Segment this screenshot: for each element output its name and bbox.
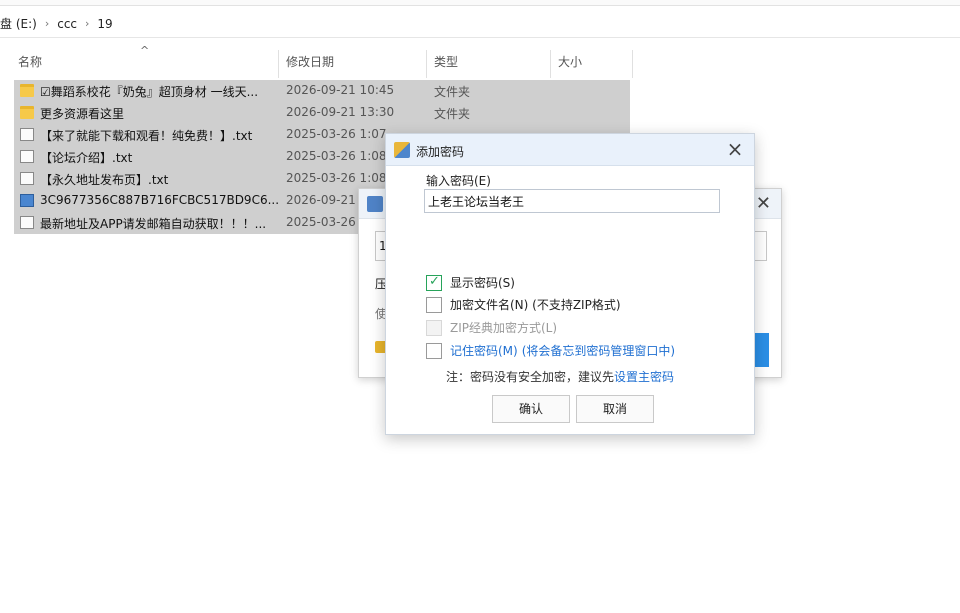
- file-date: 2025-03-26 1:08: [286, 171, 387, 185]
- list-item[interactable]: 更多资源看这里 2026-09-21 13:30 文件夹: [14, 102, 630, 124]
- close-icon[interactable]: ✕: [756, 193, 771, 214]
- breadcrumb-drive[interactable]: 盘 (E:): [0, 15, 37, 32]
- chevron-right-icon: ›: [44, 17, 50, 30]
- file-name: 【永久地址发布页】.txt: [40, 173, 169, 187]
- breadcrumb-ccc[interactable]: ccc: [57, 17, 77, 31]
- text-file-icon: [20, 128, 34, 141]
- file-name: 【来了就能下载和观看！纯免费！】.txt: [40, 129, 253, 143]
- text-file-icon: [20, 172, 34, 185]
- show-password-checkbox[interactable]: [426, 274, 442, 291]
- column-divider[interactable]: [550, 50, 551, 78]
- text-file-icon: [20, 150, 34, 163]
- encrypt-filenames-option[interactable]: 加密文件名(N) (不支持ZIP格式): [426, 296, 621, 313]
- window-top-strip: [0, 0, 960, 6]
- encrypt-filenames-label: 加密文件名(N) (不支持ZIP格式): [450, 298, 621, 312]
- file-name: ☑舞蹈系校花『奶兔』超顶身材 一线天...: [40, 85, 259, 99]
- file-date: 2025-03-26 1:08: [286, 149, 387, 163]
- remember-password-checkbox[interactable]: [426, 342, 442, 359]
- zip-classic-label: ZIP经典加密方式(L): [450, 321, 558, 335]
- file-name: 3C9677356C887B716FCBC517BD9C6...: [40, 193, 280, 207]
- zip-classic-checkbox: [426, 319, 442, 336]
- close-icon[interactable]: ×: [724, 138, 746, 160]
- folder-icon: [20, 106, 34, 119]
- list-item[interactable]: ☑舞蹈系校花『奶兔』超顶身材 一线天... 2026-09-21 10:45 文…: [14, 80, 630, 102]
- file-type: 文件夹: [434, 107, 471, 121]
- confirm-button[interactable]: 确认: [492, 395, 570, 423]
- chevron-right-icon: ›: [85, 17, 90, 30]
- archive-icon: [367, 196, 383, 212]
- file-date: 2025-03-26: [286, 215, 356, 229]
- start-compress-button[interactable]: [753, 333, 769, 367]
- column-header-row: 名称 修改日期 类型 大小: [0, 46, 640, 78]
- zip-classic-option: ZIP经典加密方式(L): [426, 319, 557, 336]
- file-date: 2025-03-26 1:07: [286, 127, 387, 141]
- remember-password-option[interactable]: 记住密码(M) (将会备忘到密码管理窗口中): [426, 342, 675, 359]
- folder-icon: [20, 84, 34, 97]
- remember-password-label[interactable]: 记住密码(M): [450, 342, 518, 359]
- file-date: 2026-09-21 10:45: [286, 83, 395, 97]
- column-divider[interactable]: [426, 50, 427, 78]
- show-password-option[interactable]: 显示密码(S): [426, 274, 515, 291]
- note-text: 注：密码没有安全加密，建议先: [446, 370, 615, 384]
- file-date: 2026-09-21: [286, 193, 356, 207]
- archive-icon: [394, 142, 410, 158]
- cancel-button[interactable]: 取消: [576, 395, 654, 423]
- column-divider[interactable]: [632, 50, 633, 78]
- column-date[interactable]: 修改日期: [280, 46, 334, 78]
- file-name: 更多资源看这里: [40, 107, 125, 121]
- set-master-password-link[interactable]: 设置主密码: [614, 370, 674, 384]
- file-type: 文件夹: [434, 85, 471, 99]
- security-note: 注：密码没有安全加密，建议先设置主密码: [446, 368, 674, 385]
- show-password-label: 显示密码(S): [450, 276, 515, 290]
- image-file-icon: [20, 194, 34, 207]
- column-size[interactable]: 大小: [552, 46, 582, 78]
- column-divider[interactable]: [278, 50, 279, 78]
- breadcrumb-19[interactable]: 19: [97, 17, 112, 31]
- column-name[interactable]: 名称: [12, 46, 42, 78]
- file-name: 最新地址及APP请发邮箱自动获取！！！...: [40, 217, 267, 231]
- address-bar[interactable]: 盘 (E:) › ccc › 19: [0, 10, 960, 38]
- password-label: 输入密码(E): [426, 174, 491, 188]
- file-name: 【论坛介绍】.txt: [40, 151, 133, 165]
- column-type[interactable]: 类型: [428, 46, 458, 78]
- text-file-icon: [20, 216, 34, 229]
- add-password-dialog: 添加密码 × 输入密码(E) 显示密码(S) 加密文件名(N) (不支持ZIP格…: [385, 133, 755, 435]
- file-date: 2026-09-21 13:30: [286, 105, 395, 119]
- password-input[interactable]: [424, 189, 720, 213]
- dialog-title: 添加密码: [416, 145, 465, 159]
- encrypt-filenames-checkbox[interactable]: [426, 296, 442, 313]
- remember-password-hint: (将会备忘到密码管理窗口中): [521, 344, 676, 358]
